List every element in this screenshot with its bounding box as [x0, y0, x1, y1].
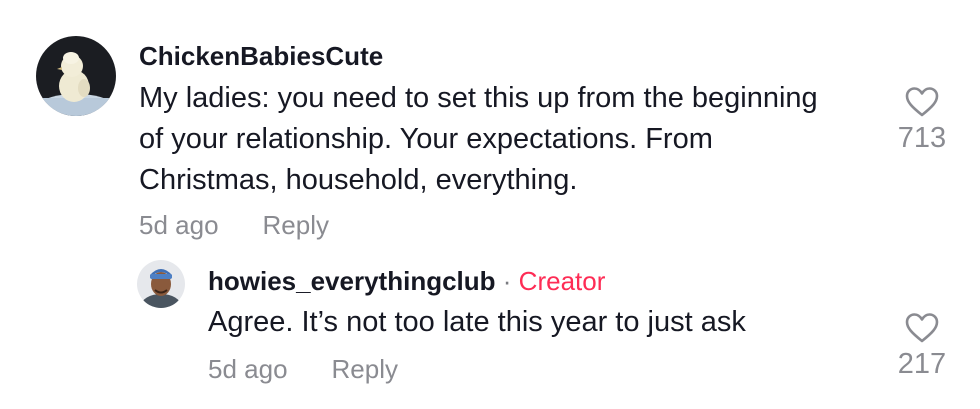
- reply-username-line: howies_everythingclub · Creator: [208, 266, 605, 297]
- heart-outline-icon: [905, 87, 939, 117]
- like-button[interactable]: 713: [880, 86, 964, 155]
- creator-avatar-image: [137, 260, 185, 308]
- reply-button[interactable]: Reply: [332, 354, 398, 384]
- avatar[interactable]: [137, 260, 185, 308]
- comment-timestamp: 5d ago: [139, 210, 219, 240]
- comment-meta: 5d ago Reply: [139, 210, 329, 241]
- reply-text: Agree. It’s not too late this year to ju…: [208, 306, 746, 338]
- like-count: 217: [897, 348, 947, 380]
- like-count: 713: [897, 122, 947, 154]
- reply-timestamp: 5d ago: [208, 354, 288, 384]
- separator-dot: ·: [502, 266, 512, 296]
- avatar[interactable]: [36, 36, 116, 116]
- comment-username[interactable]: ChickenBabiesCute: [139, 41, 383, 72]
- like-button[interactable]: 217: [880, 312, 964, 381]
- reply-username[interactable]: howies_everythingclub: [208, 266, 496, 296]
- reply-button[interactable]: Reply: [263, 210, 329, 240]
- creator-badge: Creator: [518, 266, 606, 296]
- reply-meta: 5d ago Reply: [208, 354, 398, 385]
- chick-avatar-image: [36, 36, 116, 116]
- heart-outline-icon: [905, 313, 939, 343]
- comment-text: My ladies: you need to set this up from …: [139, 82, 818, 196]
